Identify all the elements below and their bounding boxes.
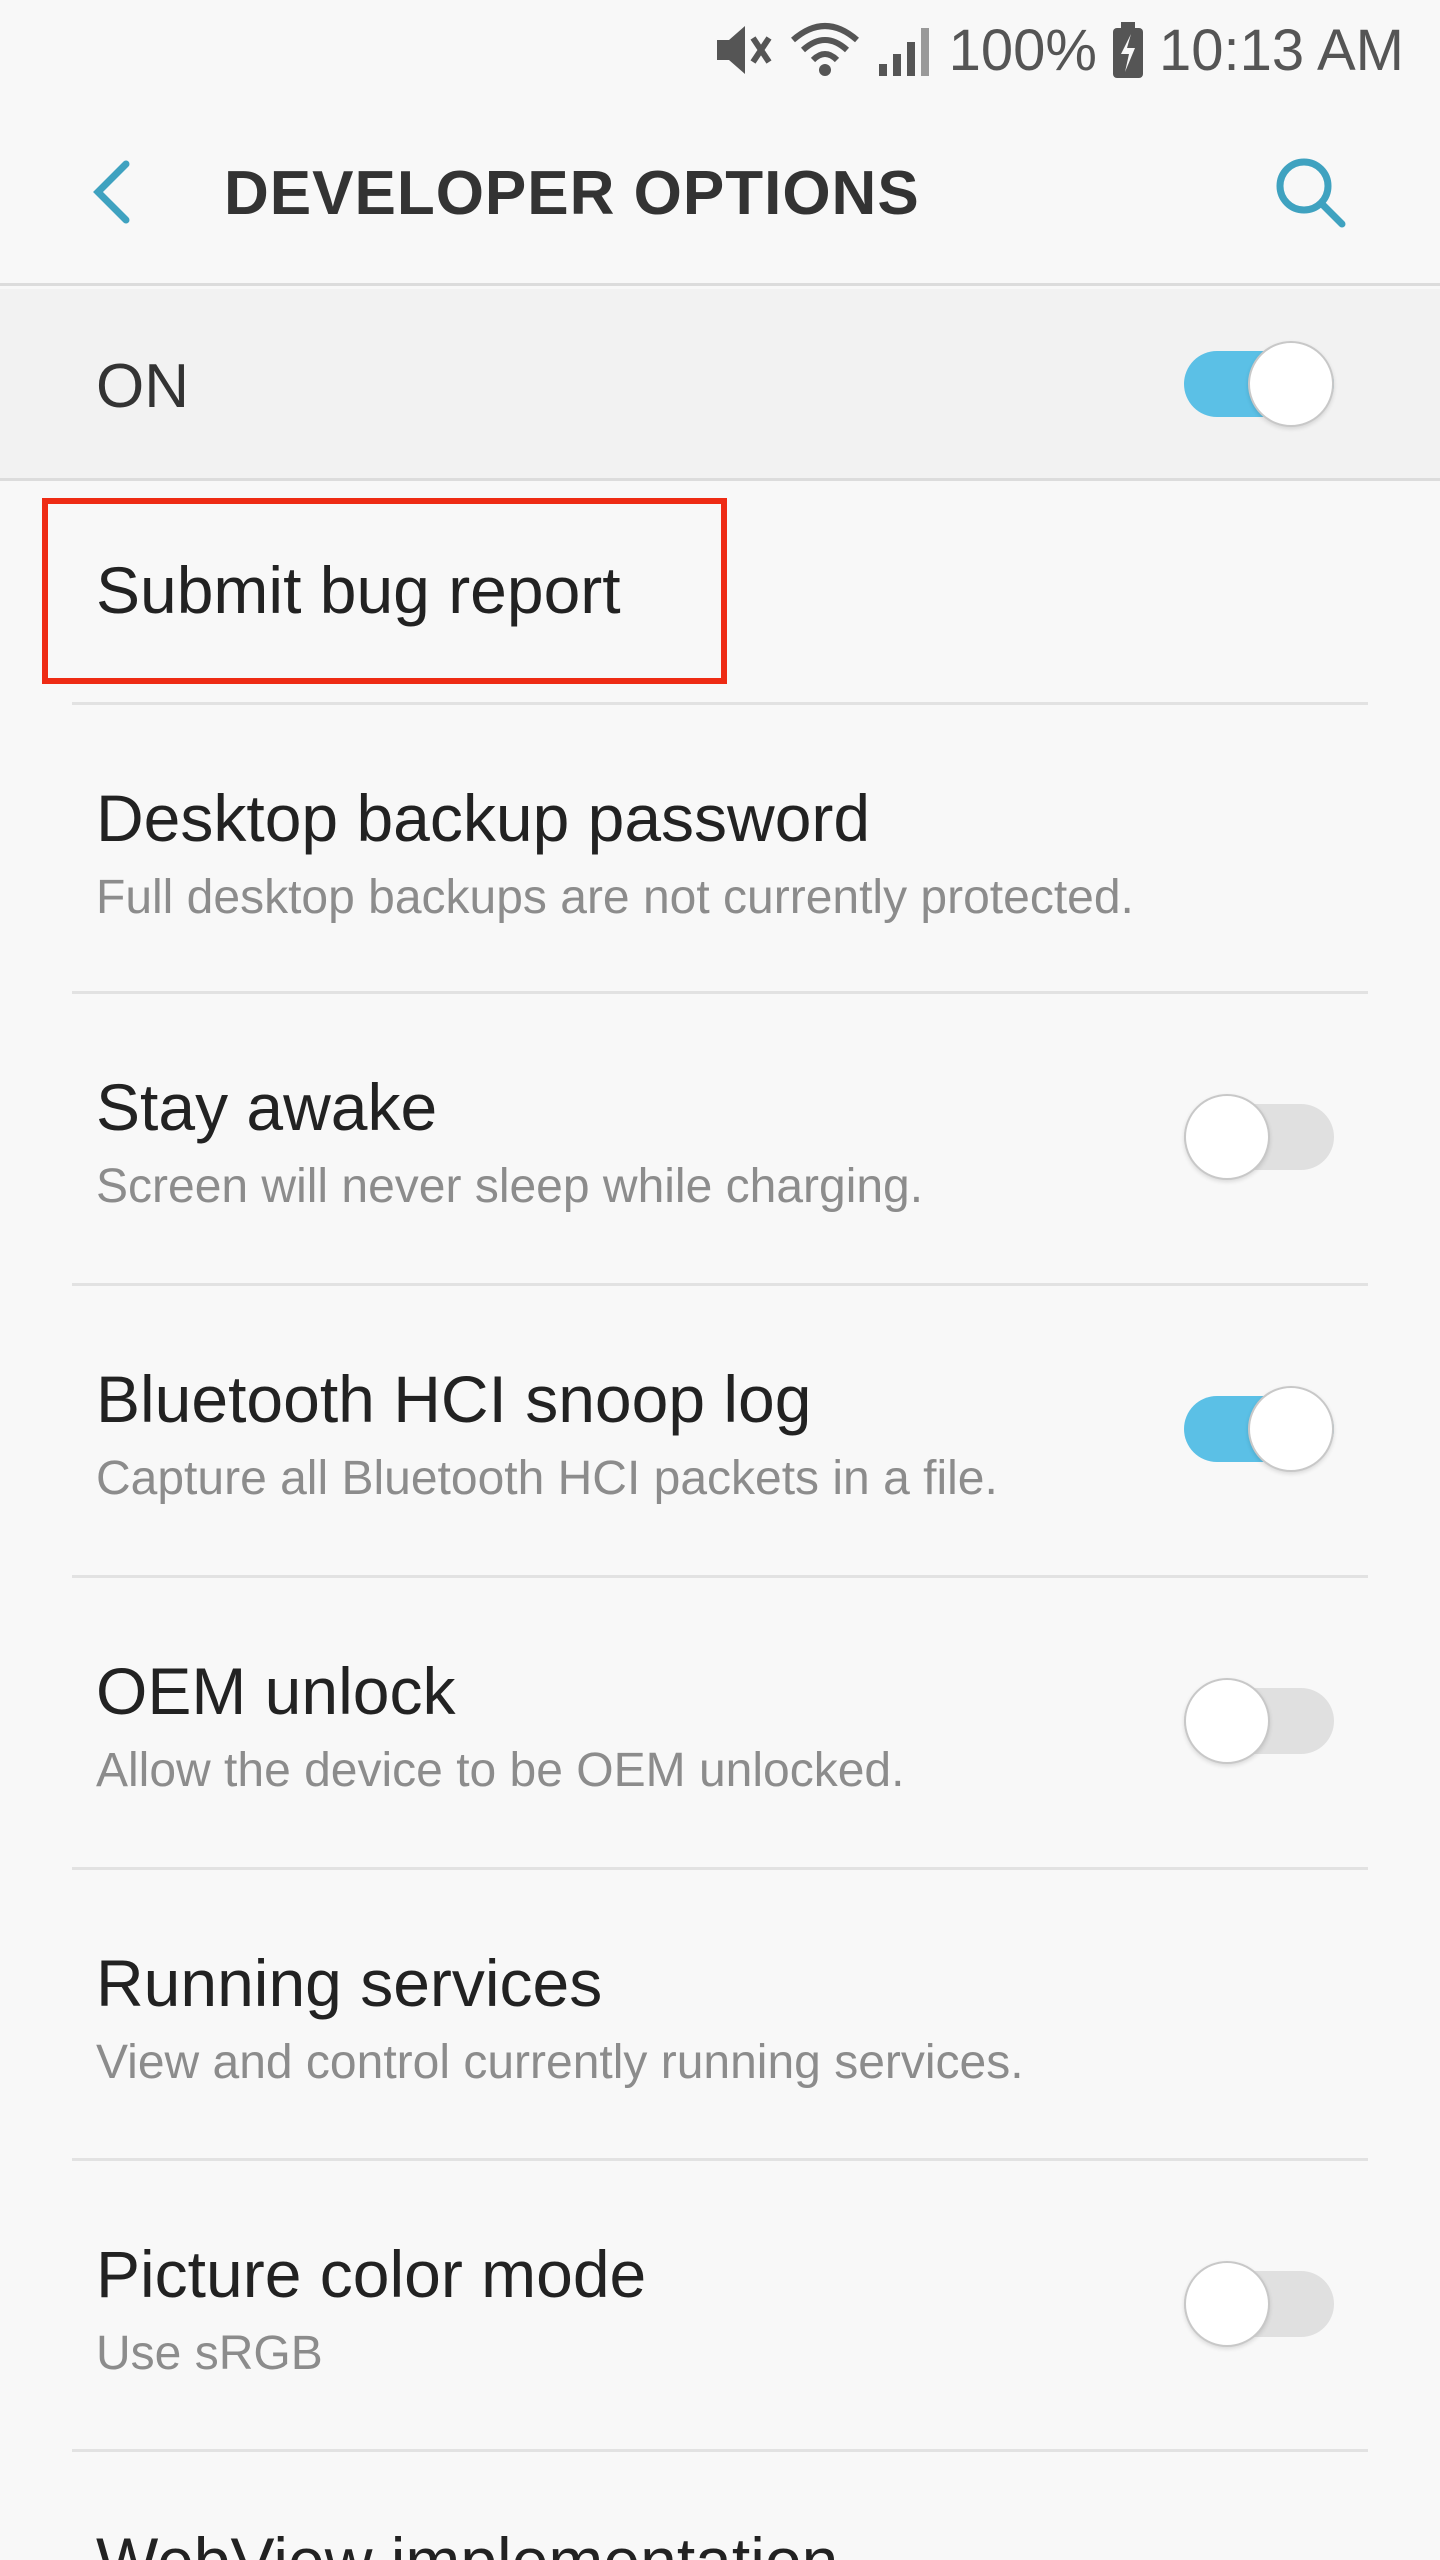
stay-awake-toggle[interactable] xyxy=(1184,1092,1334,1182)
battery-percent: 100% xyxy=(948,17,1097,83)
setting-webview-implementation[interactable]: WebView implementation xyxy=(0,2452,1440,2560)
setting-title: WebView implementation xyxy=(96,2523,838,2560)
setting-title: Submit bug report xyxy=(96,553,621,627)
back-chevron-icon xyxy=(92,160,132,229)
setting-bluetooth-hci-snoop-log[interactable]: Bluetooth HCI snoop log Capture all Blue… xyxy=(0,1286,1440,1575)
toggle-thumb xyxy=(1184,1678,1270,1764)
screen: 100% 10:13 AM DEVELOPER OPTIONS ON Submi… xyxy=(0,0,1440,2560)
setting-subtitle: Screen will never sleep while charging. xyxy=(96,1160,924,1213)
toggle-thumb xyxy=(1184,1094,1270,1180)
setting-title: Running services xyxy=(96,1946,603,2020)
signal-icon xyxy=(875,20,935,80)
app-bar: DEVELOPER OPTIONS xyxy=(0,100,1440,286)
setting-title: Picture color mode xyxy=(96,2237,647,2311)
setting-picture-color-mode[interactable]: Picture color mode Use sRGB xyxy=(0,2161,1440,2450)
mute-icon xyxy=(711,20,775,80)
search-icon xyxy=(1272,154,1348,235)
battery-charging-icon xyxy=(1111,20,1145,80)
setting-oem-unlock[interactable]: OEM unlock Allow the device to be OEM un… xyxy=(0,1578,1440,1867)
back-button[interactable] xyxy=(80,156,144,232)
setting-title: OEM unlock xyxy=(96,1654,456,1728)
master-switch-label: ON xyxy=(96,352,189,421)
picture-color-mode-toggle[interactable] xyxy=(1184,2259,1334,2349)
setting-subtitle: View and control currently running servi… xyxy=(96,2036,1024,2089)
search-button[interactable] xyxy=(1268,152,1352,236)
status-bar: 100% 10:13 AM xyxy=(0,0,1440,100)
clock: 10:13 AM xyxy=(1158,17,1404,83)
setting-title: Stay awake xyxy=(96,1070,438,1144)
setting-subtitle: Full desktop backups are not currently p… xyxy=(96,871,1134,924)
toggle-thumb xyxy=(1184,2261,1270,2347)
setting-subtitle: Allow the device to be OEM unlocked. xyxy=(96,1744,905,1797)
master-switch-toggle[interactable] xyxy=(1184,339,1334,429)
bluetooth-hci-snoop-log-toggle[interactable] xyxy=(1184,1384,1334,1474)
setting-stay-awake[interactable]: Stay awake Screen will never sleep while… xyxy=(0,994,1440,1283)
setting-subtitle: Use sRGB xyxy=(96,2327,323,2380)
toggle-thumb xyxy=(1248,1386,1334,1472)
setting-title: Desktop backup password xyxy=(96,781,871,855)
page-title: DEVELOPER OPTIONS xyxy=(224,159,920,228)
setting-submit-bug-report[interactable]: Submit bug report xyxy=(0,484,1440,702)
toggle-thumb xyxy=(1248,341,1334,427)
oem-unlock-toggle[interactable] xyxy=(1184,1676,1334,1766)
master-switch-row[interactable]: ON xyxy=(0,289,1440,481)
setting-desktop-backup-password[interactable]: Desktop backup password Full desktop bac… xyxy=(0,705,1440,991)
setting-running-services[interactable]: Running services View and control curren… xyxy=(0,1870,1440,2159)
wifi-icon xyxy=(789,20,861,80)
setting-subtitle: Capture all Bluetooth HCI packets in a f… xyxy=(96,1452,998,1505)
setting-title: Bluetooth HCI snoop log xyxy=(96,1362,812,1436)
